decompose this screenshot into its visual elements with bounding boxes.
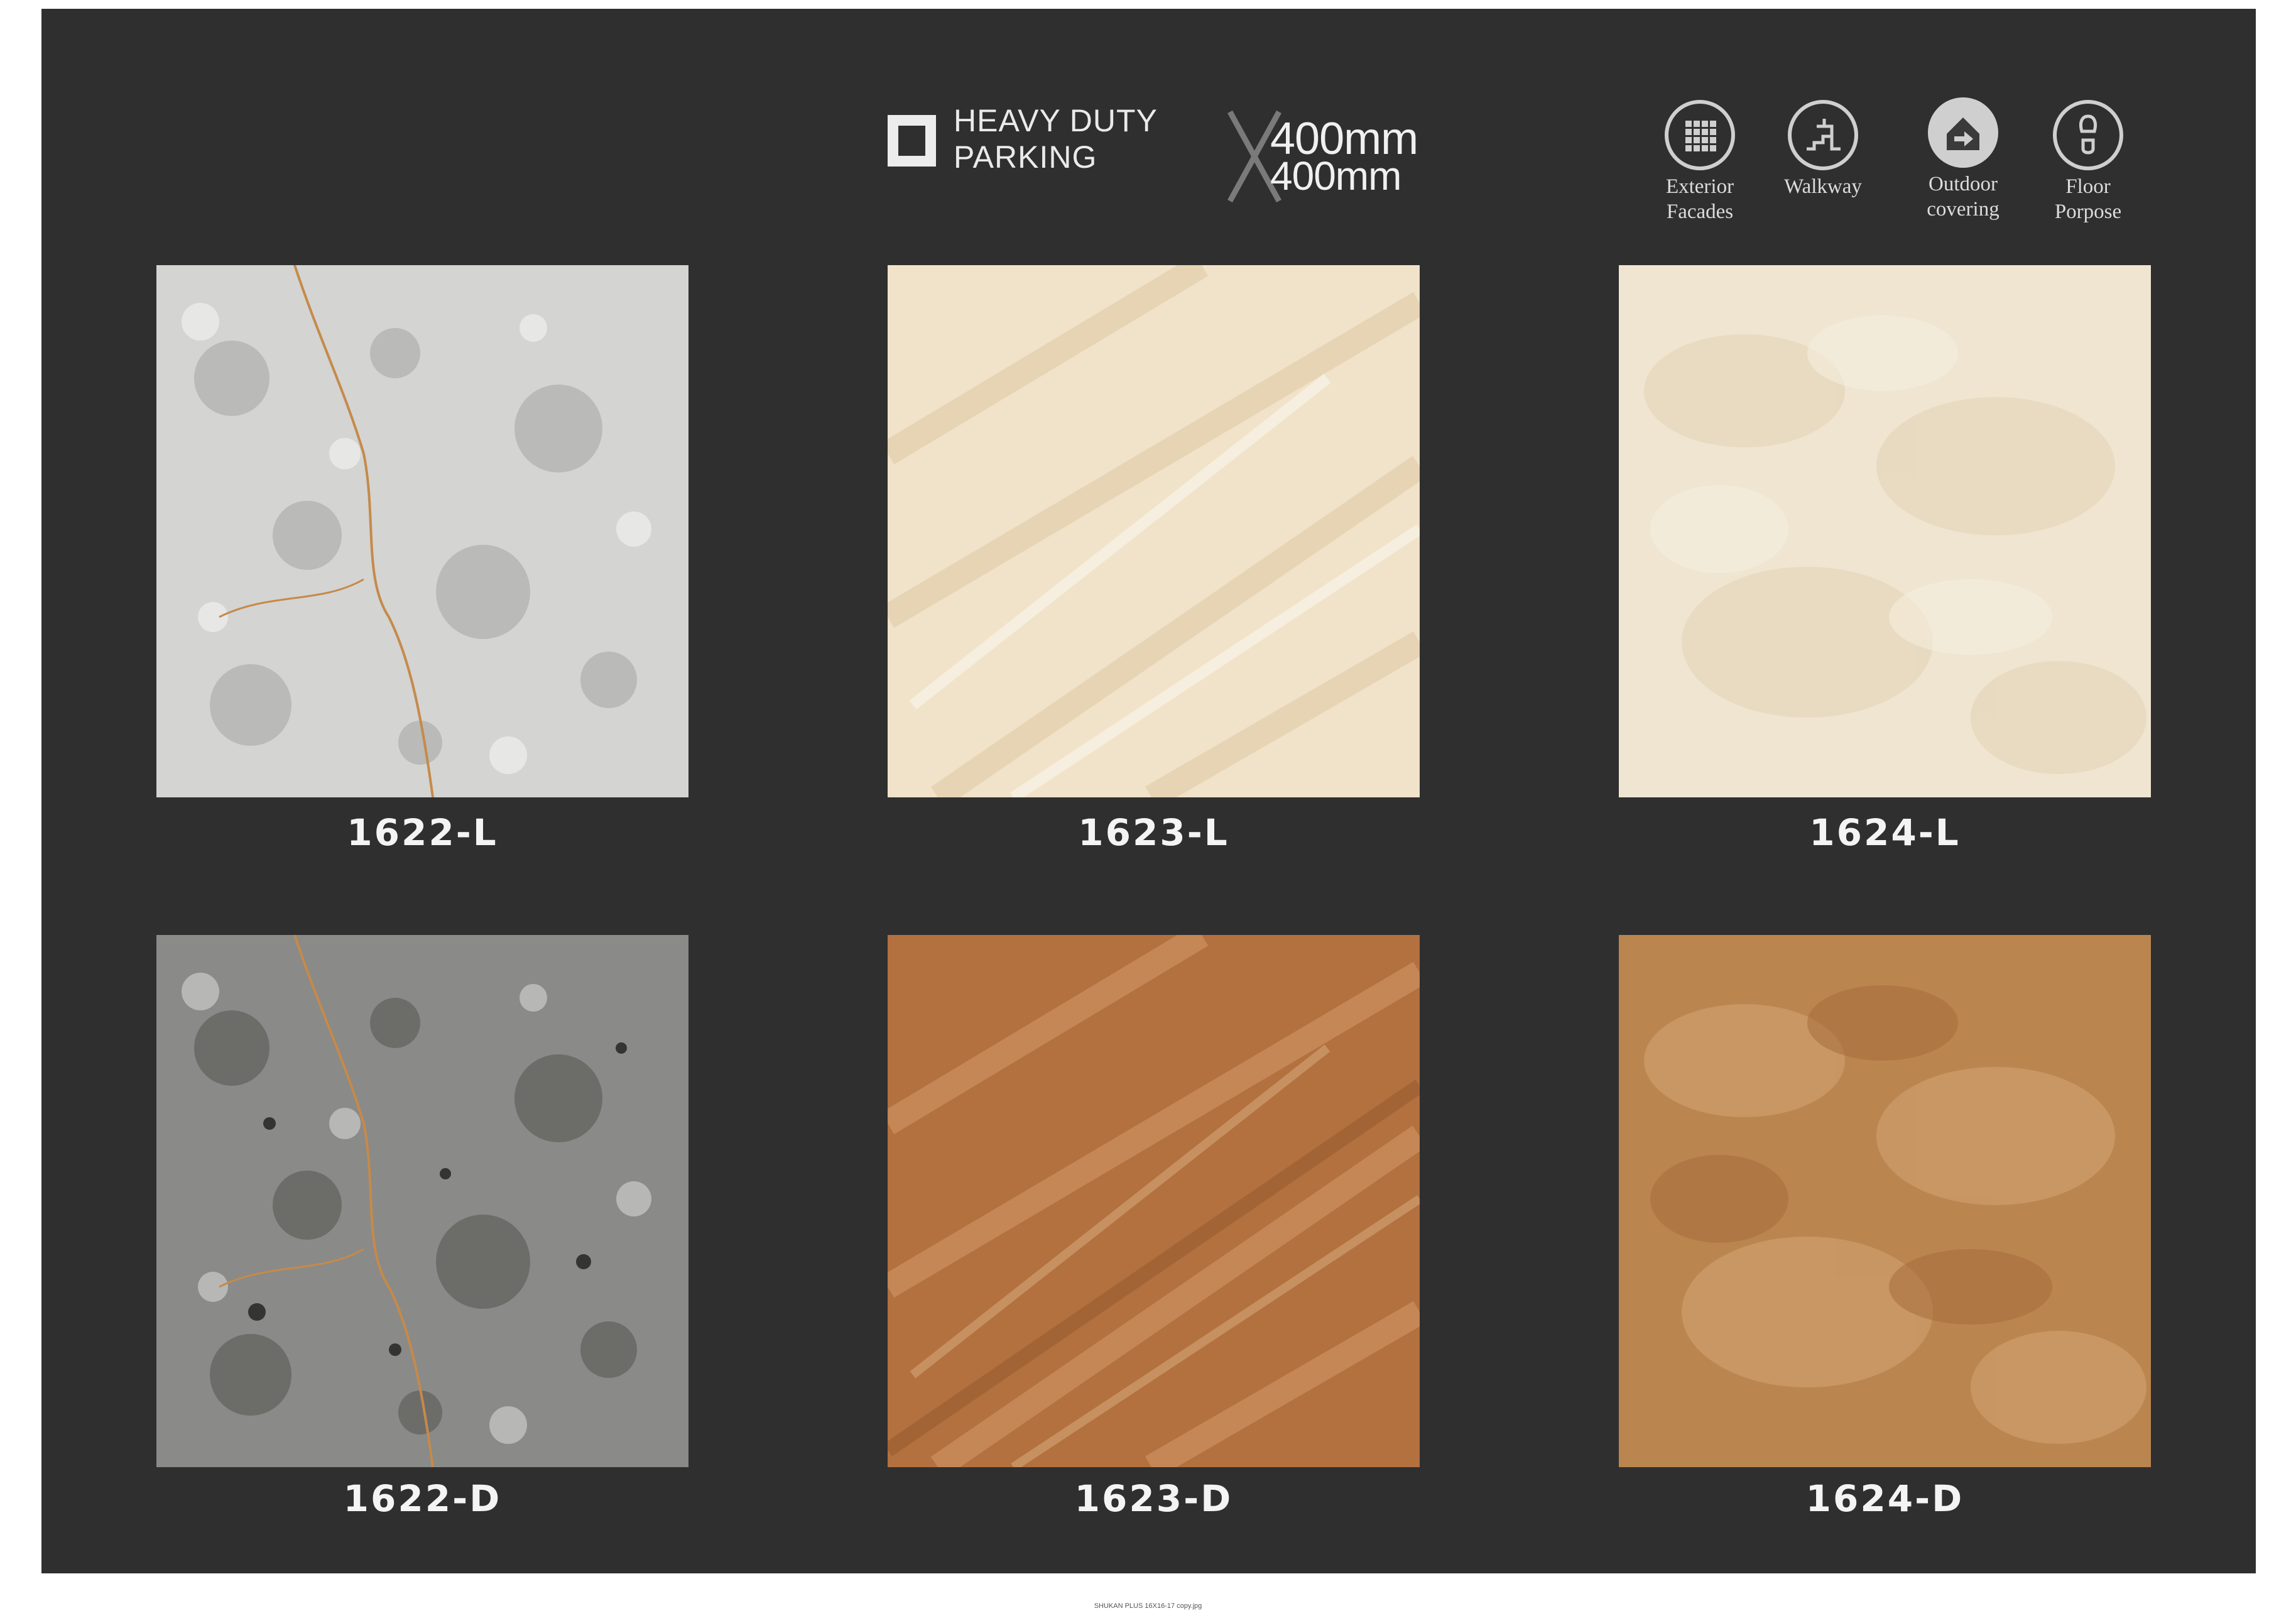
application-outdoor-covering: Outdoor covering	[1900, 97, 2026, 222]
tile-code: 1624-D	[1805, 1477, 1964, 1520]
tile-code: 1623-D	[1074, 1477, 1233, 1520]
application-label: Exterior Facades	[1665, 175, 1734, 223]
rating-line-2: PARKING	[954, 139, 1097, 175]
grid-facade-icon	[1665, 100, 1735, 170]
application-exterior-facades: Exterior Facades	[1637, 100, 1763, 224]
tile-swatch-1622-d	[156, 935, 688, 1467]
application-walkway: Walkway	[1760, 100, 1886, 199]
tile-swatch-1624-l	[1619, 265, 2151, 797]
tile-swatch-1623-d	[888, 935, 1420, 1467]
rating-line-1: HEAVY DUTY	[954, 103, 1158, 138]
tile-swatch-1624-d	[1619, 935, 2151, 1467]
outdoor-covering-icon	[1928, 97, 1998, 168]
tile-code: 1624-L	[1809, 811, 1961, 854]
application-label: Outdoor covering	[1927, 173, 1999, 221]
application-floor-purpose: Floor Porpose	[2025, 100, 2151, 224]
tile-swatch-1622-l	[156, 265, 688, 797]
walkway-icon	[1788, 100, 1858, 170]
tile-swatch-1623-l	[888, 265, 1420, 797]
square-outline-icon	[888, 115, 936, 167]
tile-size-height: 400mm	[1270, 153, 1401, 199]
footprint-icon	[2053, 100, 2123, 170]
file-name-note: SHUKAN PLUS 16X16-17 copy.jpg	[1094, 1602, 1202, 1610]
application-label: Floor Porpose	[2054, 175, 2122, 223]
tile-code: 1622-D	[343, 1477, 502, 1520]
tile-code: 1623-L	[1078, 811, 1229, 854]
tile-code: 1622-L	[347, 811, 498, 854]
application-label: Walkway	[1784, 175, 1862, 198]
